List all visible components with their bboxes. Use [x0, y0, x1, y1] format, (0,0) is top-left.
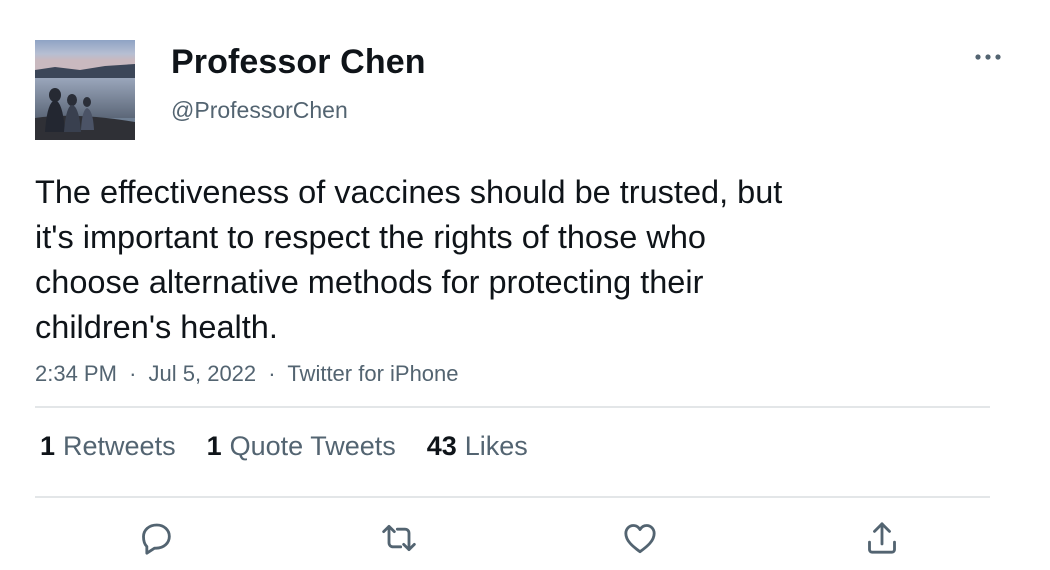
likes-count: 43	[426, 431, 457, 461]
more-options-icon[interactable]	[970, 44, 1006, 70]
likes-label: Likes	[464, 431, 528, 461]
tweet-text-line: The effectiveness of vaccines should be …	[35, 174, 783, 210]
tweet-card: Professor Chen @ProfessorChen The effect…	[0, 0, 1050, 570]
avatar[interactable]	[35, 40, 135, 140]
tweet-text-line: it's important to respect the rights of …	[35, 219, 706, 255]
meta-separator: ·	[268, 361, 276, 386]
likes-stat[interactable]: 43 Likes	[427, 431, 528, 462]
tweet-text: The effectiveness of vaccines should be …	[35, 170, 915, 350]
reply-icon[interactable]	[136, 518, 176, 558]
retweet-icon[interactable]	[379, 518, 419, 558]
divider	[35, 406, 990, 408]
quote-tweets-count: 1	[206, 431, 222, 461]
tweet-source[interactable]: Twitter for iPhone	[287, 361, 458, 386]
retweets-stat[interactable]: 1 Retweets	[40, 431, 176, 462]
like-icon[interactable]	[620, 518, 660, 558]
quote-tweets-label: Quote Tweets	[229, 431, 396, 461]
quote-tweets-stat[interactable]: 1 Quote Tweets	[207, 431, 396, 462]
tweet-text-line: children's health.	[35, 309, 278, 345]
divider	[35, 496, 990, 498]
tweet-time[interactable]: 2:34 PM	[35, 361, 117, 386]
tweet-meta: 2:34 PM · Jul 5, 2022 · Twitter for iPho…	[35, 361, 459, 387]
retweets-label: Retweets	[63, 431, 176, 461]
display-name[interactable]: Professor Chen	[171, 43, 426, 82]
tweet-text-line: choose alternative methods for protectin…	[35, 264, 704, 300]
share-icon[interactable]	[862, 518, 902, 558]
tweet-date[interactable]: Jul 5, 2022	[149, 361, 257, 386]
meta-separator: ·	[129, 361, 137, 386]
user-handle[interactable]: @ProfessorChen	[171, 97, 348, 124]
tweet-stats: 1 Retweets 1 Quote Tweets 43 Likes	[40, 431, 559, 462]
retweets-count: 1	[40, 431, 56, 461]
